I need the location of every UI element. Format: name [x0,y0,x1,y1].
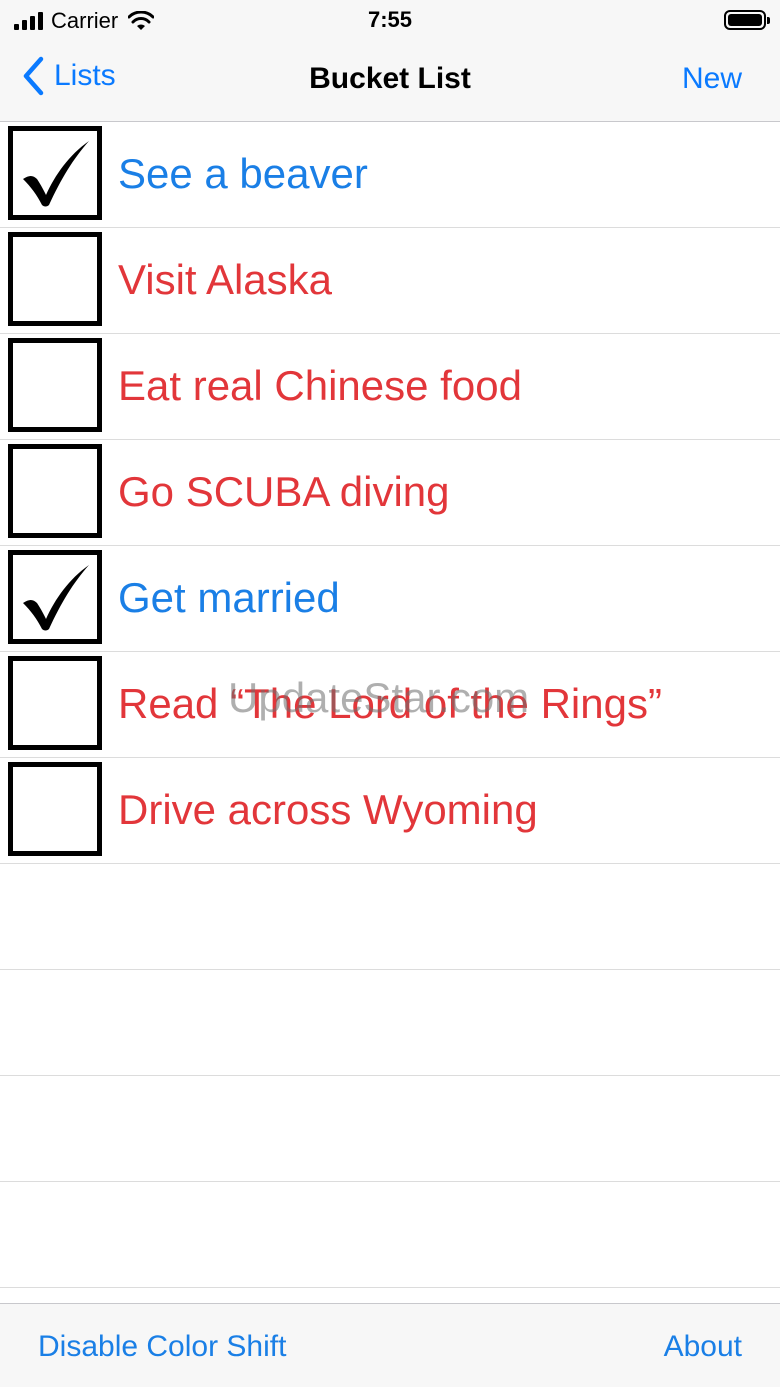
list-item[interactable]: Eat real Chinese food [0,334,780,440]
item-label[interactable]: Visit Alaska [118,256,332,304]
item-checkbox[interactable] [8,444,102,538]
item-label[interactable]: Read “The Lord of the Rings” [118,680,662,728]
empty-row [0,1182,780,1288]
navigation-bar: Lists Bucket List New [0,40,780,122]
item-checkbox[interactable] [8,126,102,220]
item-label[interactable]: Drive across Wyoming [118,786,538,834]
item-checkbox[interactable] [8,550,102,644]
empty-row [0,970,780,1076]
item-label[interactable]: See a beaver [118,150,368,198]
empty-row [0,1076,780,1182]
list-item[interactable]: See a beaver [0,122,780,228]
checkmark-icon [23,141,89,207]
item-checkbox[interactable] [8,656,102,750]
bucket-list: See a beaver Visit Alaska Eat real Chinese… [0,122,780,1288]
list-item[interactable]: Read “The Lord of the Rings” [0,652,780,758]
status-time: 7:55 [367,7,413,32]
list-item[interactable]: Get married [0,546,780,652]
item-checkbox[interactable] [8,762,102,856]
item-checkbox[interactable] [8,232,102,326]
new-button[interactable]: New [682,62,742,96]
item-checkbox[interactable] [8,338,102,432]
item-label[interactable]: Get married [118,574,340,622]
status-bar: Carrier 7:55 [0,0,780,40]
checkmark-icon [23,565,89,631]
empty-row [0,864,780,970]
item-label[interactable]: Eat real Chinese food [118,362,522,410]
disable-color-shift-button[interactable]: Disable Color Shift [38,1330,286,1364]
bottom-toolbar: Disable Color Shift About [0,1303,780,1387]
page-title: Bucket List [309,62,471,95]
list-item[interactable]: Drive across Wyoming [0,758,780,864]
list-item[interactable]: Go SCUBA diving [0,440,780,546]
item-label[interactable]: Go SCUBA diving [118,468,450,516]
about-button[interactable]: About [664,1330,742,1364]
list-item[interactable]: Visit Alaska [0,228,780,334]
battery-icon [724,10,770,30]
